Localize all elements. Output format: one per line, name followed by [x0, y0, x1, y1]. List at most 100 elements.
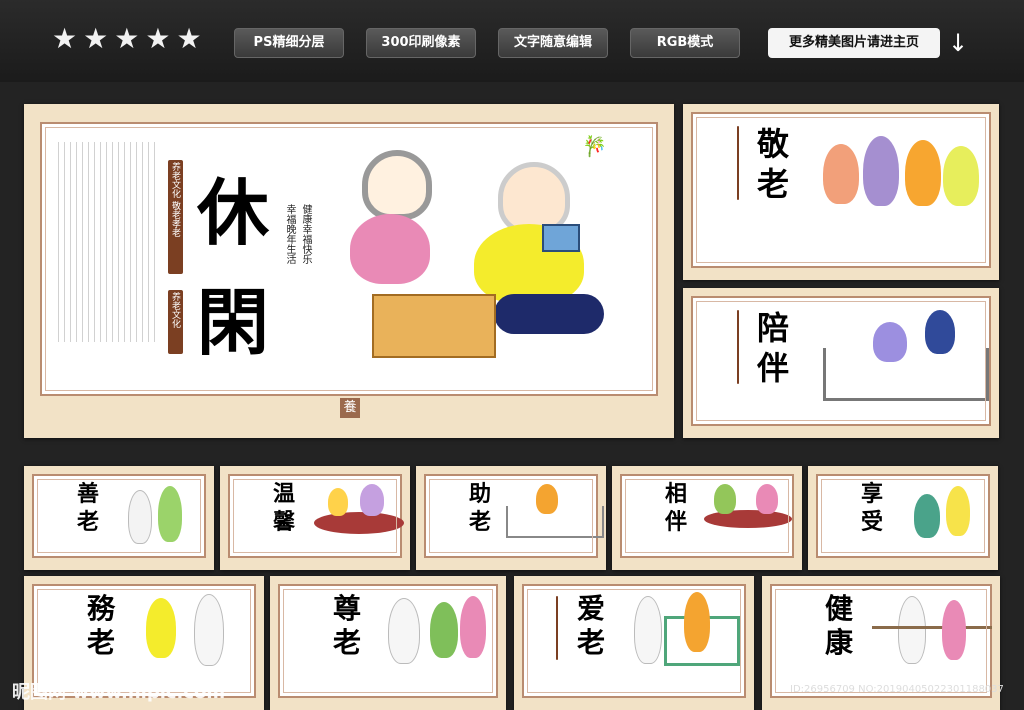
title-char: 馨: [272, 509, 295, 535]
grandpa-legs: [494, 294, 604, 334]
side-board-company[interactable]: 陪 伴: [683, 288, 999, 438]
title-char: 助: [468, 481, 491, 507]
elder-figure: [942, 600, 966, 660]
elder-figure: [756, 484, 778, 514]
board-row1-1[interactable]: 善 老: [24, 466, 214, 570]
grandpa-head: [498, 162, 570, 234]
grandma-body: [350, 214, 430, 284]
table: [704, 510, 792, 528]
title-char: 康: [824, 626, 853, 659]
title-char: 伴: [664, 509, 687, 535]
title-char: 爱: [576, 592, 605, 625]
caregiver-figure: [925, 310, 955, 354]
hospital-bed: [506, 506, 604, 538]
board-row2-2[interactable]: 尊 老: [270, 576, 506, 710]
hospital-bed: [823, 348, 989, 401]
main-title-char-2: 閑: [196, 280, 269, 365]
title-char: 享: [860, 481, 883, 507]
board-title: 敬 老: [753, 124, 793, 204]
elder-figure: [823, 144, 859, 204]
main-title-char-1: 休: [196, 170, 269, 255]
star-icon: ★: [83, 22, 109, 55]
feature-badge-rgb: RGB模式: [630, 28, 740, 58]
arrow-down-icon[interactable]: ↓: [948, 26, 968, 60]
title-char: 老: [468, 509, 491, 535]
parallel-bars: [872, 626, 992, 629]
elder-figure: [460, 596, 486, 658]
board-row1-3[interactable]: 助 老: [416, 466, 606, 570]
board-title: 尊 老: [330, 592, 364, 660]
title-char: 老: [576, 626, 605, 659]
title-char: 健: [824, 592, 853, 625]
more-images-link[interactable]: 更多精美图片请进主页: [768, 28, 940, 58]
site-watermark: 昵图网 www.nipic.com: [12, 682, 226, 703]
star-icon: ★: [176, 22, 202, 55]
table: [314, 512, 404, 534]
board-frame: 敬 老: [691, 112, 991, 268]
title-char: 伴: [756, 349, 789, 387]
slogan-1: 幸福晚年生活: [284, 204, 295, 264]
go-board: [372, 294, 496, 358]
title-char: 老: [756, 165, 789, 203]
main-board[interactable]: 养老文化 敬老孝老 养老文化 休 閑 幸福晚年生活 健康幸福快乐 🎋 養: [24, 104, 674, 438]
board-frame: 相 伴: [620, 474, 794, 558]
board-title: 善 老: [74, 480, 102, 536]
elder-figure: [536, 484, 558, 514]
preview-stage: 养老文化 敬老孝老 养老文化 休 閑 幸福晚年生活 健康幸福快乐 🎋 養 敬 老…: [0, 82, 1024, 710]
nurse-figure: [194, 594, 224, 666]
slogan-2: 健康幸福快乐: [300, 204, 311, 264]
nurse-figure: [128, 490, 152, 544]
board-frame: 享 受: [816, 474, 990, 558]
board-frame: 善 老: [32, 474, 206, 558]
elder-figure: [946, 486, 970, 536]
title-char: 老: [332, 626, 361, 659]
elder-figure: [430, 602, 458, 658]
bamboo-decoration: 🎋: [582, 134, 607, 158]
title-char: 陪: [756, 309, 789, 347]
image-id-label: ID:26956709 NO:20190405022301188037: [790, 684, 1004, 695]
title-char: 尊: [332, 592, 361, 625]
rating-stars: ★ ★ ★ ★ ★: [52, 22, 202, 56]
nurse-figure: [898, 596, 926, 664]
top-toolbar: ★ ★ ★ ★ ★ PS精细分层 300印刷像素 文字随意编辑 RGB模式 更多…: [0, 0, 1024, 82]
star-icon: ★: [52, 22, 78, 55]
culture-tag: [737, 310, 739, 384]
doctor-figure: [388, 598, 420, 664]
board-title: 享 受: [858, 480, 886, 536]
walker-frame: [664, 616, 740, 666]
title-char: 受: [860, 509, 883, 535]
body-text-block: [58, 142, 158, 342]
board-frame: 温 馨: [228, 474, 404, 558]
board-frame: 健 康: [770, 584, 992, 698]
side-board-respect[interactable]: 敬 老: [683, 104, 999, 280]
feature-badge-resolution: 300印刷像素: [366, 28, 476, 58]
board-frame: 尊 老: [278, 584, 498, 698]
culture-tag: [556, 596, 558, 660]
main-board-frame: 养老文化 敬老孝老 养老文化 休 閑 幸福晚年生活 健康幸福快乐 🎋: [40, 122, 658, 396]
board-frame: 爱 老: [522, 584, 746, 698]
title-char: 温: [272, 481, 295, 507]
elder-figure: [714, 484, 736, 514]
board-frame: 助 老: [424, 474, 604, 558]
title-char: 務: [86, 592, 115, 625]
board-row1-2[interactable]: 温 馨: [220, 466, 410, 570]
board-title: 陪 伴: [753, 308, 793, 388]
elder-figure: [914, 494, 940, 538]
board-title: 助 老: [466, 480, 494, 536]
elder-figure: [863, 136, 899, 206]
feature-badge-layers: PS精细分层: [234, 28, 344, 58]
feature-badge-editable: 文字随意编辑: [498, 28, 608, 58]
board-title: 務 老: [84, 592, 118, 660]
title-char: 敬: [756, 125, 789, 163]
board-row1-4[interactable]: 相 伴: [612, 466, 802, 570]
culture-tag: 养老文化 敬老孝老: [168, 160, 183, 274]
title-char: 相: [664, 481, 687, 507]
title-char: 老: [76, 509, 99, 535]
board-frame: 陪 伴: [691, 296, 991, 426]
culture-tag: [737, 126, 739, 200]
star-icon: ★: [114, 22, 140, 55]
title-char: 老: [86, 626, 115, 659]
board-row2-3[interactable]: 爱 老: [514, 576, 754, 710]
elder-figure: [684, 592, 710, 652]
board-row1-5[interactable]: 享 受: [808, 466, 998, 570]
